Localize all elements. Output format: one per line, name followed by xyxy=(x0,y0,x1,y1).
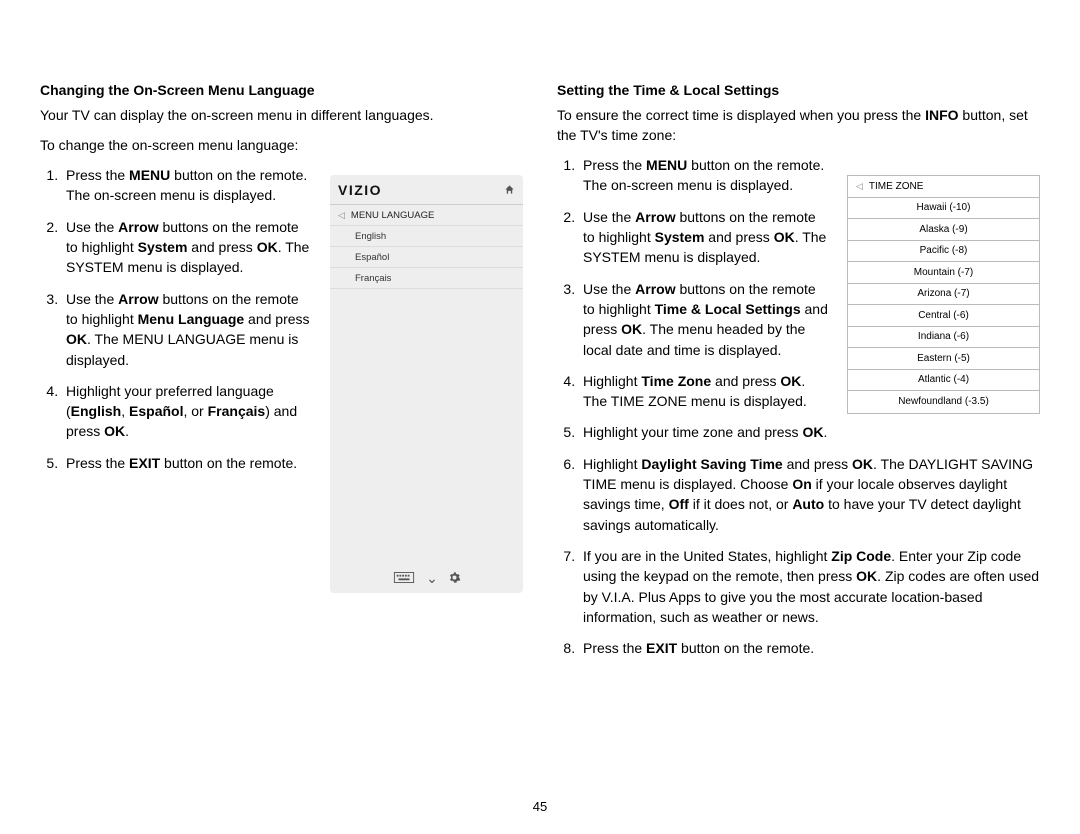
left-intro-2: To change the on-screen menu language: xyxy=(40,136,523,156)
page-number: 45 xyxy=(533,799,547,814)
back-triangle-icon: ◁ xyxy=(338,210,345,221)
left-heading: Changing the On-Screen Menu Language xyxy=(40,82,523,98)
menu-option: Español xyxy=(330,247,523,268)
list-item: Use the Arrow buttons on the remote to h… xyxy=(62,289,313,370)
time-zone-table: ◁ TIME ZONE Hawaii (-10) Alaska (-9) Pac… xyxy=(847,175,1040,414)
time-zone-header: ◁ TIME ZONE xyxy=(848,176,1039,198)
list-item: Press the MENU button on the remote. The… xyxy=(62,165,313,206)
list-item: Highlight your time zone and press OK. xyxy=(579,422,1040,442)
gear-icon xyxy=(449,572,460,586)
right-intro-1: To ensure the correct time is displayed … xyxy=(557,106,1040,145)
list-item: Use the Arrow buttons on the remote to h… xyxy=(62,217,313,278)
right-heading: Setting the Time & Local Settings xyxy=(557,82,1040,98)
time-zone-row: Indiana (-6) xyxy=(848,327,1039,349)
time-zone-row: Alaska (-9) xyxy=(848,219,1039,241)
time-zone-row: Arizona (-7) xyxy=(848,284,1039,306)
back-triangle-icon: ◁ xyxy=(856,181,863,192)
time-zone-row: Eastern (-5) xyxy=(848,348,1039,370)
list-item: Highlight your preferred language (Engli… xyxy=(62,381,313,442)
left-steps: Press the MENU button on the remote. The… xyxy=(40,165,313,473)
time-zone-row: Newfoundland (-3.5) xyxy=(848,391,1039,413)
list-item: If you are in the United States, highlig… xyxy=(579,546,1040,627)
time-zone-row: Hawaii (-10) xyxy=(848,198,1039,220)
list-item: Highlight Daylight Saving Time and press… xyxy=(579,454,1040,535)
menu-option: English xyxy=(330,226,523,247)
menu-language-mock: VIZIO ◁ MENU LANGUAGE English Español Fr… xyxy=(330,175,523,593)
vizio-logo: VIZIO xyxy=(338,182,382,198)
menu-footer-icons: ⌄ xyxy=(330,570,523,587)
time-zone-row: Pacific (-8) xyxy=(848,241,1039,263)
home-icon xyxy=(504,184,515,195)
left-intro-1: Your TV can display the on-screen menu i… xyxy=(40,106,523,126)
list-item: Press the EXIT button on the remote. xyxy=(579,638,1040,658)
time-zone-row: Mountain (-7) xyxy=(848,262,1039,284)
time-zone-row: Atlantic (-4) xyxy=(848,370,1039,392)
menu-option: Français xyxy=(330,268,523,289)
left-column: Changing the On-Screen Menu Language You… xyxy=(40,82,523,669)
right-column: Setting the Time & Local Settings To ens… xyxy=(557,82,1040,669)
menu-language-title: ◁ MENU LANGUAGE xyxy=(330,205,523,226)
chevron-down-icon: ⌄ xyxy=(426,570,438,587)
list-item: Press the EXIT button on the remote. xyxy=(62,453,313,473)
time-zone-row: Central (-6) xyxy=(848,305,1039,327)
keyboard-icon xyxy=(393,572,415,586)
